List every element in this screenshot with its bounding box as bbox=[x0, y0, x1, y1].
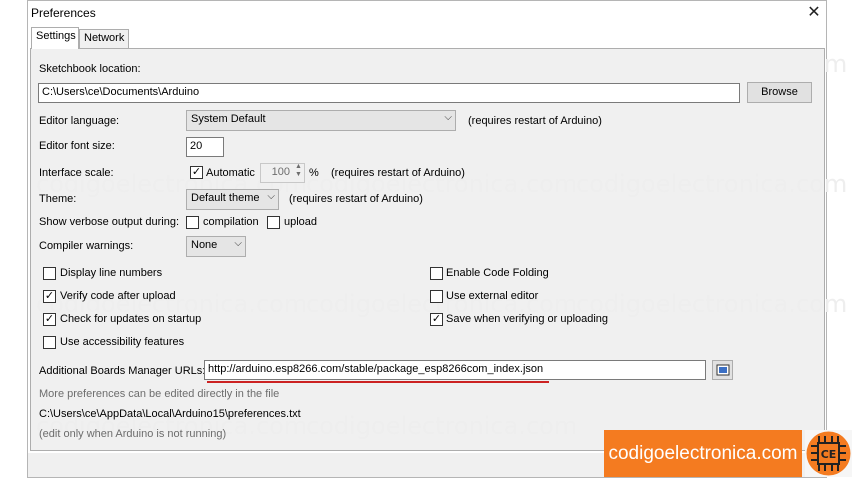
more-prefs-text: More preferences can be edited directly … bbox=[39, 388, 280, 400]
check-icon: ✓ bbox=[44, 313, 55, 325]
browse-button[interactable]: Browse bbox=[747, 82, 812, 103]
compiler-warnings-label: Compiler warnings: bbox=[39, 240, 134, 252]
compiler-warnings-select[interactable]: None ⌵ bbox=[186, 236, 246, 257]
check-icon: ✓ bbox=[191, 166, 202, 178]
verbose-compilation-checkbox[interactable] bbox=[186, 216, 199, 229]
tab-settings[interactable]: Settings bbox=[31, 27, 79, 49]
url-underline bbox=[207, 381, 549, 383]
check-updates-checkbox[interactable]: ✓ bbox=[43, 313, 56, 326]
close-icon[interactable]: ✕ bbox=[804, 3, 824, 23]
scale-unit: % bbox=[309, 167, 319, 179]
interface-scale-label: Interface scale: bbox=[39, 167, 114, 179]
external-editor-label: Use external editor bbox=[446, 290, 539, 302]
chevron-down-icon: ⌵ bbox=[234, 238, 242, 249]
chip-logo: CE bbox=[805, 430, 852, 477]
font-size-label: Editor font size: bbox=[39, 140, 115, 152]
check-icon: ✓ bbox=[44, 290, 55, 302]
prefs-path-text[interactable]: C:\Users\ce\AppData\Local\Arduino15\pref… bbox=[39, 408, 301, 420]
editor-language-select[interactable]: System Default ⌵ bbox=[186, 110, 456, 131]
code-folding-label: Enable Code Folding bbox=[446, 267, 549, 279]
theme-note: (requires restart of Arduino) bbox=[289, 193, 423, 205]
boards-urls-field[interactable]: http://arduino.esp8266.com/stable/packag… bbox=[204, 360, 706, 380]
edit-note-text: (edit only when Arduino is not running) bbox=[39, 428, 227, 440]
brand-banner: codigoelectronica.com bbox=[604, 430, 802, 477]
check-icon: ✓ bbox=[431, 313, 442, 325]
sketchbook-label: Sketchbook location: bbox=[39, 63, 141, 75]
accessibility-checkbox[interactable] bbox=[43, 336, 56, 349]
automatic-label: Automatic bbox=[206, 167, 255, 179]
boards-urls-label: Additional Boards Manager URLs: bbox=[39, 365, 206, 377]
verbose-upload-checkbox[interactable] bbox=[267, 216, 280, 229]
chevron-down-icon: ⌵ bbox=[267, 191, 275, 202]
editor-language-note: (requires restart of Arduino) bbox=[468, 115, 602, 127]
url-editor-icon[interactable] bbox=[712, 360, 733, 380]
preferences-window: Preferences ✕ Settings Network bbox=[27, 0, 827, 478]
check-updates-label: Check for updates on startup bbox=[60, 313, 202, 325]
theme-select[interactable]: Default theme ⌵ bbox=[186, 189, 279, 210]
external-editor-checkbox[interactable] bbox=[430, 290, 443, 303]
interface-scale-note: (requires restart of Arduino) bbox=[331, 167, 465, 179]
compiler-warnings-value: None bbox=[191, 239, 218, 251]
chevron-down-icon: ⌵ bbox=[444, 112, 452, 123]
verify-upload-checkbox[interactable]: ✓ bbox=[43, 290, 56, 303]
theme-label: Theme: bbox=[39, 193, 77, 205]
save-verifying-label: Save when verifying or uploading bbox=[446, 313, 609, 325]
verify-upload-label: Verify code after upload bbox=[60, 290, 176, 302]
editor-language-value: System Default bbox=[191, 113, 266, 125]
verbose-compilation-label: compilation bbox=[203, 216, 259, 228]
theme-value: Default theme bbox=[191, 192, 260, 204]
verbose-upload-label: upload bbox=[284, 216, 318, 228]
sketchbook-path-field[interactable]: C:\Users\ce\Documents\Arduino bbox=[38, 83, 740, 103]
font-size-field[interactable]: 20 bbox=[186, 137, 224, 157]
verbose-label: Show verbose output during: bbox=[39, 216, 180, 228]
stepper-arrows-icon[interactable]: ▲ ▼ bbox=[295, 163, 302, 179]
chip-logo-text: CE bbox=[821, 448, 837, 461]
line-numbers-checkbox[interactable] bbox=[43, 267, 56, 280]
code-folding-checkbox[interactable] bbox=[430, 267, 443, 280]
editor-language-label: Editor language: bbox=[39, 115, 120, 127]
line-numbers-label: Display line numbers bbox=[60, 267, 163, 279]
tab-network[interactable]: Network bbox=[79, 29, 129, 48]
accessibility-label: Use accessibility features bbox=[60, 336, 185, 348]
save-verifying-checkbox[interactable]: ✓ bbox=[430, 313, 443, 326]
automatic-checkbox[interactable]: ✓ bbox=[190, 166, 203, 179]
window-title: Preferences bbox=[31, 6, 96, 20]
